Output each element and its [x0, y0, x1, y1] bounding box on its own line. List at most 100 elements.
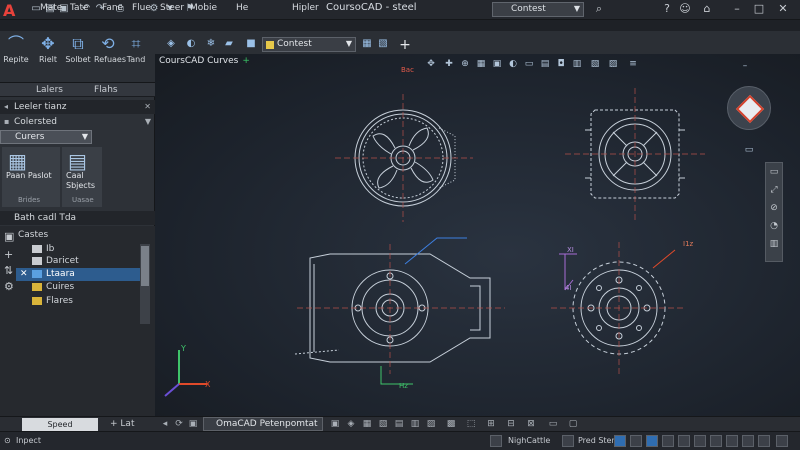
- tree-row-2[interactable]: Daricet: [0, 255, 140, 268]
- ribbon-tool-3[interactable]: ⧉ Solbet: [64, 33, 92, 64]
- tab-tool-3-icon[interactable]: ▦: [361, 418, 373, 430]
- layer-props-icon[interactable]: ◈: [164, 37, 178, 51]
- lat-label: + Lat: [110, 419, 134, 429]
- tab-tool-13-icon[interactable]: ▭: [547, 418, 559, 430]
- status-btn-12[interactable]: [758, 435, 770, 447]
- status-item-1[interactable]: NighCattle: [508, 436, 550, 445]
- status-btn-5[interactable]: [646, 435, 658, 447]
- layout-icon[interactable]: ▣: [187, 418, 199, 430]
- drawing-canvas[interactable]: CoursCAD Curves + Bac ✥ ✚ ⊕ ▦ ▣ ◐ ▭ ▤ ◘ ▥…: [155, 54, 800, 418]
- layer-lock-icon[interactable]: ▰: [222, 37, 236, 51]
- arc-icon: ⌒: [7, 34, 24, 53]
- status-btn-11[interactable]: [742, 435, 754, 447]
- layer-dropdown[interactable]: Contest ▼: [262, 37, 356, 52]
- status-btn-9[interactable]: [710, 435, 722, 447]
- ribbon-tool-2[interactable]: ✥ Rielt: [34, 33, 62, 64]
- tab-tool-6-icon[interactable]: ▥: [409, 418, 421, 430]
- pin-close-icon[interactable]: ✕: [144, 100, 151, 114]
- palette-icon: ▦: [8, 149, 27, 173]
- tree-row-0[interactable]: Castes: [0, 229, 140, 242]
- menu-item-6[interactable]: Mobie: [190, 3, 217, 13]
- dim-label-3: 4I: [565, 284, 572, 292]
- tree-row-5[interactable]: Flares: [0, 295, 140, 308]
- tab-tool-8-icon[interactable]: ▩: [445, 418, 457, 430]
- close-icon[interactable]: ✕: [20, 268, 28, 281]
- collapse-icon: ◂: [4, 102, 9, 111]
- help-icon[interactable]: ?: [660, 2, 674, 16]
- layout-tab[interactable]: OmaCAD Petenpomtat: [203, 417, 323, 431]
- tab-layers[interactable]: Lalers: [36, 85, 63, 95]
- tab-tool-11-icon[interactable]: ⊟: [505, 418, 517, 430]
- status-btn-3[interactable]: [614, 435, 626, 447]
- tool-footer-1: Brides: [18, 196, 41, 204]
- tree-row-3-selected[interactable]: ✕ Ltaara: [16, 268, 140, 281]
- move-icon: ✥: [41, 34, 55, 53]
- status-btn-4[interactable]: [630, 435, 642, 447]
- object-tree: ▣ + ⇅ ⚙ Castes Ib Daricet ✕ Ltaara Cuire…: [0, 226, 155, 416]
- chevron-down-icon: ▼: [345, 39, 352, 48]
- layout-tabs: ◂ ⟳ ▣ OmaCAD Petenpomtat ▣ ◈ ▦ ▧ ▤ ▥ ▨ ▩…: [155, 416, 800, 431]
- menu-bar: Mate Tate Fane Flue Steer Mobie He Hiple…: [0, 3, 320, 17]
- status-btn-7[interactable]: [678, 435, 690, 447]
- tab-tool-5-icon[interactable]: ▤: [393, 418, 405, 430]
- layer-color-icon[interactable]: ■: [244, 37, 258, 51]
- refresh-icon[interactable]: ⟳: [173, 418, 185, 430]
- tab-tool-7-icon[interactable]: ▨: [425, 418, 437, 430]
- minimize-icon[interactable]: –: [730, 2, 744, 16]
- speed-button[interactable]: Speed: [22, 418, 98, 431]
- menu-item-2[interactable]: Tate: [70, 3, 89, 13]
- menu-item-5[interactable]: Steer: [160, 3, 184, 13]
- tab-tool-10-icon[interactable]: ⊞: [485, 418, 497, 430]
- ribbon-tool-1[interactable]: ⌒ Repite: [2, 33, 30, 64]
- workspace-value: Contest: [511, 4, 546, 14]
- status-btn-8[interactable]: [694, 435, 706, 447]
- layer-state-icon[interactable]: ◐: [184, 37, 198, 51]
- layer-iso-icon[interactable]: ▧: [376, 37, 390, 51]
- tree-row-4[interactable]: Cuires: [0, 281, 140, 294]
- nav-left-icon[interactable]: ◂: [159, 418, 171, 430]
- tab-flahs[interactable]: Flahs: [94, 85, 118, 95]
- tab-tool-12-icon[interactable]: ⊠: [525, 418, 537, 430]
- menu-item-3[interactable]: Fane: [102, 3, 123, 13]
- clipboard-icon: ▤: [68, 149, 87, 173]
- ribbon-tool-5[interactable]: ⌗ Tand: [122, 33, 150, 64]
- close-icon[interactable]: ✕: [776, 2, 790, 16]
- tab-tool-9-icon[interactable]: ⬚: [465, 418, 477, 430]
- curves-dropdown[interactable]: Curers ▼: [0, 130, 92, 144]
- menu-item-8[interactable]: Hipler: [292, 3, 319, 13]
- search-icon[interactable]: ⌕: [592, 2, 606, 16]
- cart-icon[interactable]: ⌂: [700, 2, 714, 16]
- status-btn-2[interactable]: [562, 435, 574, 447]
- user-icon[interactable]: ☺: [678, 2, 692, 16]
- tree-scrollbar[interactable]: [140, 244, 150, 324]
- customize-status-icon[interactable]: [776, 435, 788, 447]
- tab-tool-4-icon[interactable]: ▧: [377, 418, 389, 430]
- status-item-2[interactable]: Pred Sten: [578, 436, 617, 445]
- tree-row-label: Flares: [46, 296, 73, 306]
- panel-row-coloured[interactable]: ▪ Colersted ▼: [0, 115, 155, 129]
- scroll-thumb[interactable]: [141, 246, 149, 286]
- menu-item-4[interactable]: Flue: [132, 3, 151, 13]
- ribbon-tool-4[interactable]: ⟲ Refuaes: [94, 33, 126, 64]
- add-tab-icon[interactable]: +: [396, 36, 414, 54]
- add-icon[interactable]: +: [110, 419, 118, 429]
- left-panel-footer: Speed + Lat: [0, 416, 155, 431]
- tool-footer-2: Uasae: [72, 196, 94, 204]
- status-btn-10[interactable]: [726, 435, 738, 447]
- ribbon-tool-3-label: Solbet: [65, 55, 91, 64]
- status-btn-6[interactable]: [662, 435, 674, 447]
- status-left: Inpect: [16, 436, 41, 445]
- dim-label-4: Hz: [399, 382, 408, 390]
- tab-tool-14-icon[interactable]: ▢: [567, 418, 579, 430]
- maximize-icon[interactable]: □: [752, 2, 766, 16]
- panel-header-1[interactable]: ◂ Leeler tianz ✕: [0, 100, 155, 114]
- match-layer-icon[interactable]: ▦: [360, 37, 374, 51]
- layer-freeze-icon[interactable]: ❄: [204, 37, 218, 51]
- title-bar: A ▭ ▤ ▣ ↶ ↷ ⎙ ⚙ ▾ ⚑ Mate Tate Fane Flue …: [0, 0, 800, 20]
- status-btn-1[interactable]: [490, 435, 502, 447]
- menu-item-1[interactable]: Mate: [40, 3, 62, 13]
- workspace-dropdown[interactable]: Contest ▼: [492, 2, 584, 17]
- tab-tool-1-icon[interactable]: ▣: [329, 418, 341, 430]
- tab-tool-2-icon[interactable]: ◈: [345, 418, 357, 430]
- menu-item-7[interactable]: He: [236, 3, 248, 13]
